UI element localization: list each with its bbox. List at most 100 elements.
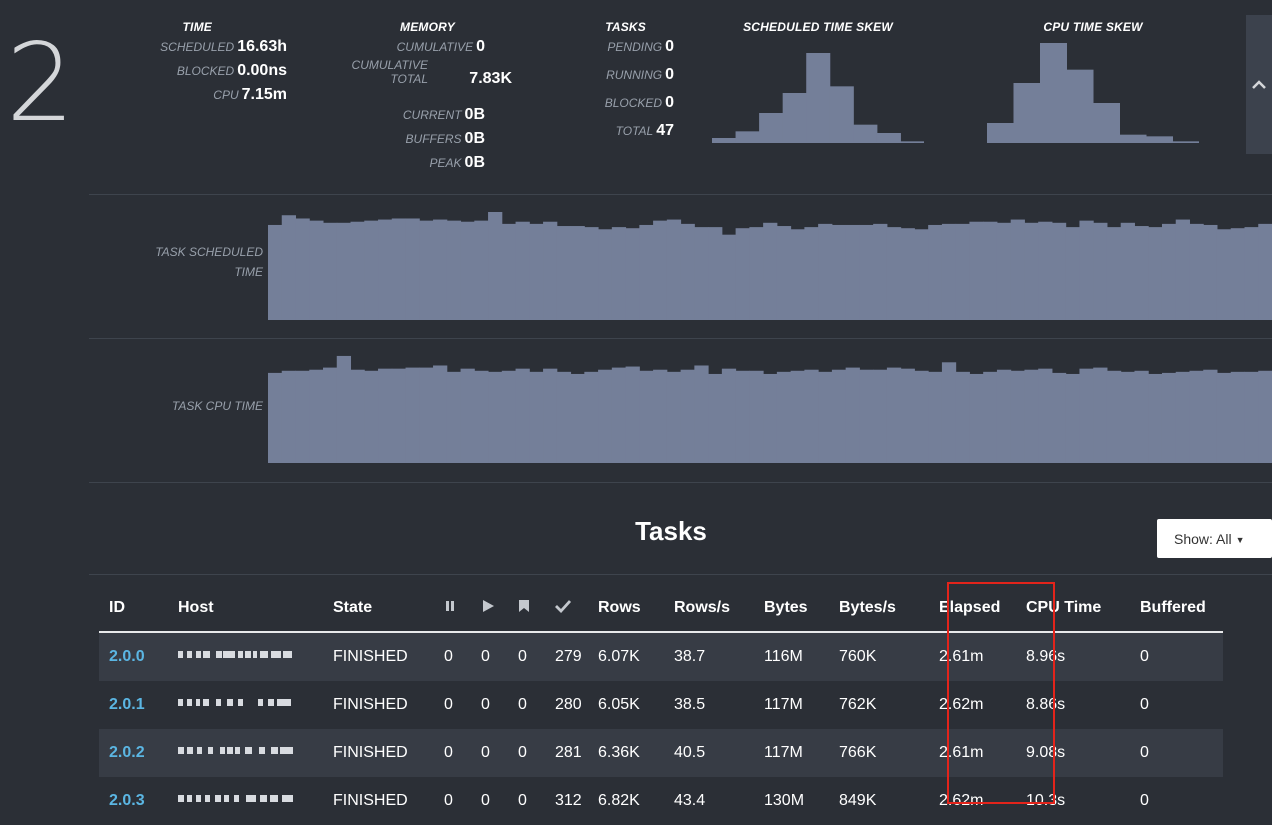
sparkline-bar	[831, 224, 847, 320]
show-filter-dropdown[interactable]: Show: All ▼	[1157, 519, 1272, 558]
sparkline-bar	[1189, 370, 1204, 463]
col-blocked[interactable]	[518, 585, 555, 633]
task-finished-count: 281	[555, 729, 598, 777]
sparkline-bar	[845, 224, 860, 320]
sparkline-bar	[446, 220, 462, 320]
sparkline-bar	[928, 224, 943, 320]
col-paused[interactable]	[444, 585, 481, 633]
task-cpu-time-sparkline	[268, 355, 1272, 463]
memory-stats: MEMORY CUMULATIVE 0 CUMULATIVE TOTAL 7.83…	[340, 20, 512, 176]
memory-cumulative: CUMULATIVE 0	[396, 38, 485, 55]
task-id[interactable]: 2.0.0	[99, 632, 178, 681]
sparkline-bar	[708, 227, 723, 320]
task-buffered: 0	[1140, 729, 1223, 777]
sparkline-bar	[529, 371, 544, 463]
divider	[89, 574, 1272, 575]
sparkline-bar	[281, 215, 297, 320]
task-bytes: 116M	[764, 632, 839, 681]
task-blocked-count: 0	[518, 729, 555, 777]
sparkline-bar	[680, 369, 695, 463]
sparkline-bar	[721, 368, 737, 463]
divider	[89, 338, 1272, 339]
task-running-count: 0	[481, 777, 518, 825]
col-bytes[interactable]: Bytes	[764, 585, 839, 633]
task-buffered: 0	[1140, 777, 1223, 825]
sparkline-bar	[900, 228, 915, 320]
time-stats: TIME SCHEDULED 16.63h BLOCKED 0.00ns CPU 7.…	[112, 20, 287, 108]
task-scheduled-time-sparkline	[268, 212, 1272, 320]
sparkline-bar	[790, 370, 805, 463]
sparkline-bar	[378, 219, 393, 320]
sparkline-bar	[556, 371, 572, 463]
col-running[interactable]	[481, 585, 518, 633]
task-id-link[interactable]: 2.0.2	[109, 744, 145, 761]
sparkline-bar	[653, 369, 668, 463]
col-state[interactable]: State	[333, 585, 444, 633]
sparkline-bar	[928, 371, 943, 463]
task-bytes-per-sec: 766K	[839, 729, 929, 777]
sparkline-bar	[790, 229, 805, 320]
sparkline-bar	[405, 218, 420, 320]
sparkline-bar	[598, 369, 613, 463]
sparkline-bar	[501, 223, 517, 320]
sparkline-bar	[900, 368, 915, 463]
sparkline-bar	[295, 218, 310, 320]
task-finished-count: 312	[555, 777, 598, 825]
sparkline-bar	[488, 371, 503, 463]
tasks-total: TOTAL 47	[615, 122, 674, 139]
task-scheduled-time-label: TASK SCHEDULED TIME	[155, 245, 263, 279]
sparkline-bar	[818, 223, 833, 320]
sparkline-bar	[570, 373, 585, 463]
task-id-link[interactable]: 2.0.1	[109, 696, 145, 713]
task-bytes-per-sec: 760K	[839, 632, 929, 681]
col-finished[interactable]	[555, 585, 598, 633]
col-id[interactable]: ID	[99, 585, 178, 633]
collapse-button[interactable]	[1246, 15, 1272, 154]
sparkline-bar	[666, 219, 682, 320]
sparkline-bar	[336, 355, 352, 463]
sparkline-bar	[914, 229, 929, 320]
col-rows-per-sec[interactable]: Rows/s	[674, 585, 764, 633]
col-buffered[interactable]: Buffered	[1140, 585, 1223, 633]
task-paused-count: 0	[444, 729, 481, 777]
bookmark-icon	[519, 599, 529, 612]
sparkline-bar	[969, 221, 984, 320]
histogram-bar	[735, 131, 760, 143]
task-state: FINISHED	[333, 681, 444, 729]
task-id[interactable]: 2.0.2	[99, 729, 178, 777]
col-bytes-per-sec[interactable]: Bytes/s	[839, 585, 929, 633]
histogram-baseline	[712, 142, 924, 143]
chevron-up-icon	[1252, 79, 1266, 89]
sparkline-bar	[886, 227, 902, 320]
sparkline-bar	[1024, 369, 1039, 463]
col-host[interactable]: Host	[178, 585, 333, 633]
sparkline-bar	[1244, 227, 1259, 320]
sparkline-bar	[625, 366, 640, 463]
task-buffered: 0	[1140, 632, 1223, 681]
sparkline-bar	[1079, 368, 1094, 463]
sparkline-bar	[941, 362, 957, 463]
sparkline-bar	[391, 218, 407, 320]
time-blocked: BLOCKED 0.00ns	[176, 62, 287, 79]
sparkline-bar	[433, 219, 448, 320]
sparkline-bar	[309, 369, 324, 463]
sparkline-bar	[818, 371, 833, 463]
sparkline-bar	[763, 222, 778, 320]
col-rows[interactable]: Rows	[598, 585, 674, 633]
histogram-bar	[987, 123, 1014, 143]
task-id-link[interactable]: 2.0.0	[109, 648, 145, 665]
sparkline-bar	[611, 227, 627, 320]
redacted-host	[178, 648, 293, 662]
sparkline-bar	[735, 370, 750, 463]
task-id-link[interactable]: 2.0.3	[109, 792, 145, 809]
sparkline-bar	[996, 369, 1012, 463]
sparkline-bar	[1038, 368, 1053, 463]
sparkline-bar	[969, 373, 984, 463]
sparkline-bar	[1216, 229, 1232, 320]
sparkline-bar	[543, 368, 558, 463]
task-id[interactable]: 2.0.1	[99, 681, 178, 729]
task-id[interactable]: 2.0.3	[99, 777, 178, 825]
tasks-stats: TASKS PENDING 0 RUNNING 0 BLOCKED 0 TOTAL 47	[570, 20, 674, 148]
sparkline-bar	[515, 368, 530, 463]
pause-icon	[446, 601, 454, 611]
